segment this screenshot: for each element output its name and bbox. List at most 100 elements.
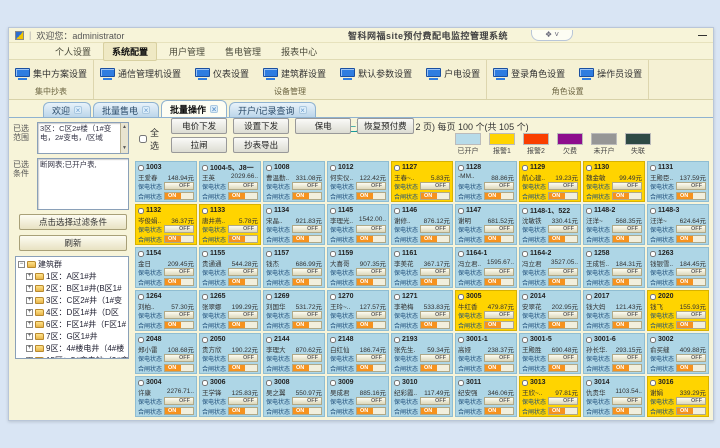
- gate-state-toggle[interactable]: ON: [484, 321, 514, 329]
- selected-range-box[interactable]: 3区：C区2#楼（1#变电，2#变电，/区域 ▲▼: [37, 122, 129, 154]
- card-checkbox[interactable]: [138, 165, 144, 171]
- card-checkbox[interactable]: [266, 380, 272, 386]
- choose-filter-button[interactable]: 点击选择过滤条件: [19, 214, 127, 230]
- keep-power-toggle[interactable]: OFF: [228, 268, 258, 276]
- tab-close-icon[interactable]: ×: [210, 105, 218, 113]
- document-tab[interactable]: 欢迎 ×: [43, 102, 91, 117]
- tree-expander-icon[interactable]: +: [26, 357, 33, 359]
- meter-card[interactable]: 2144 李理大 870.62元 保电状态 OFF 合闸状态 ON: [263, 333, 325, 374]
- toolbar-button[interactable]: 抄表导出: [233, 137, 289, 153]
- gate-state-toggle[interactable]: ON: [612, 192, 642, 200]
- tree-expander-icon[interactable]: +: [26, 333, 33, 340]
- meter-card[interactable]: 1265 张翠娜 199.29元 保电状态 OFF 合闸状态 ON: [199, 290, 261, 331]
- card-checkbox[interactable]: [138, 208, 144, 214]
- meter-card[interactable]: 3011 纪安强 346.06元 保电状态 OFF 合闸状态 ON: [455, 376, 517, 417]
- meter-card[interactable]: 3008 吴之翼 550.97元 保电状态 OFF 合闸状态 ON: [263, 376, 325, 417]
- meter-card[interactable]: 1133 唐井燕.. 5.78元 保电状态 OFF 合闸状态 ON: [199, 204, 261, 245]
- tab-close-icon[interactable]: ×: [142, 106, 150, 114]
- gate-state-toggle[interactable]: ON: [164, 321, 194, 329]
- gate-state-toggle[interactable]: ON: [676, 364, 706, 372]
- gate-state-toggle[interactable]: ON: [676, 407, 706, 415]
- toolbar-button[interactable]: 恢复预付费: [357, 118, 414, 134]
- card-checkbox[interactable]: [650, 165, 656, 171]
- card-checkbox[interactable]: [138, 294, 144, 300]
- keep-power-toggle[interactable]: OFF: [356, 397, 386, 405]
- card-checkbox[interactable]: [202, 337, 208, 343]
- keep-power-toggle[interactable]: OFF: [356, 182, 386, 190]
- gate-state-toggle[interactable]: ON: [420, 321, 450, 329]
- keep-power-toggle[interactable]: OFF: [676, 397, 706, 405]
- card-checkbox[interactable]: [522, 380, 528, 386]
- keep-power-toggle[interactable]: OFF: [356, 268, 386, 276]
- meter-card[interactable]: 2020 钱飞 155.93元 保电状态 OFF 合闸状态 ON: [647, 290, 709, 331]
- tree-item[interactable]: + 9区：4#楼电井（4#楼: [18, 343, 128, 354]
- meter-card[interactable]: 1130 魏金敏 99.49元 保电状态 OFF 合闸状态 ON: [583, 161, 645, 202]
- card-checkbox[interactable]: [394, 294, 400, 300]
- range-scrollbar[interactable]: ▲▼: [120, 123, 128, 153]
- keep-power-toggle[interactable]: OFF: [228, 397, 258, 405]
- ribbon-button[interactable]: 默认参数设置: [338, 66, 414, 81]
- selected-condition-box[interactable]: 断网表;已开户表,: [37, 158, 129, 210]
- keep-power-toggle[interactable]: OFF: [228, 311, 258, 319]
- card-checkbox[interactable]: [586, 251, 592, 257]
- tree-item[interactable]: + 6区：F区1#井（F区1#: [18, 319, 128, 330]
- meter-card[interactable]: 1012 何实仪.. 122.42元 保电状态 OFF 合闸状态 ON: [327, 161, 389, 202]
- meter-card[interactable]: 3004 许康 2276.71.. 保电状态 OFF 合闸状态 ON: [135, 376, 197, 417]
- meter-card[interactable]: 1264 刘柏.. 57.30元 保电状态 OFF 合闸状态 ON: [135, 290, 197, 331]
- card-checkbox[interactable]: [458, 251, 464, 257]
- ribbon-button[interactable]: 集中方案设置: [13, 66, 89, 81]
- gate-state-toggle[interactable]: ON: [676, 278, 706, 286]
- keep-power-toggle[interactable]: OFF: [292, 354, 322, 362]
- gate-state-toggle[interactable]: ON: [484, 192, 514, 200]
- keep-power-toggle[interactable]: OFF: [484, 397, 514, 405]
- gate-state-toggle[interactable]: ON: [612, 235, 642, 243]
- meter-card[interactable]: 1004-5、J8一 王英 2029.66.. 保电状态 OFF 合闸状态: [199, 161, 261, 202]
- gate-state-toggle[interactable]: ON: [548, 364, 578, 372]
- keep-power-toggle[interactable]: OFF: [612, 354, 642, 362]
- keep-power-toggle[interactable]: OFF: [548, 397, 578, 405]
- keep-power-toggle[interactable]: OFF: [164, 225, 194, 233]
- ribbon-button[interactable]: 操作员设置: [577, 66, 644, 81]
- meter-card[interactable]: 3002 俞买缝 409.88元 保电状态 OFF 合闸状态 ON: [647, 333, 709, 374]
- card-checkbox[interactable]: [138, 337, 144, 343]
- keep-power-toggle[interactable]: OFF: [484, 268, 514, 276]
- gate-state-toggle[interactable]: ON: [164, 278, 194, 286]
- card-checkbox[interactable]: [650, 294, 656, 300]
- card-checkbox[interactable]: [458, 380, 464, 386]
- card-checkbox[interactable]: [138, 380, 144, 386]
- card-checkbox[interactable]: [586, 165, 592, 171]
- card-checkbox[interactable]: [522, 337, 528, 343]
- card-checkbox[interactable]: [586, 337, 592, 343]
- keep-power-toggle[interactable]: OFF: [356, 225, 386, 233]
- meter-card[interactable]: 1154 金日 209.45元 保电状态 OFF 合闸状态 ON: [135, 247, 197, 288]
- meter-card[interactable]: 1128 -MM.. 88.86元 保电状态 OFF 合闸状态 ON: [455, 161, 517, 202]
- keep-power-toggle[interactable]: OFF: [676, 311, 706, 319]
- gate-state-toggle[interactable]: ON: [548, 278, 578, 286]
- keep-power-toggle[interactable]: OFF: [484, 225, 514, 233]
- meter-card[interactable]: 1269 刘国华 531.72元 保电状态 OFF 合闸状态 ON: [263, 290, 325, 331]
- gate-state-toggle[interactable]: ON: [548, 235, 578, 243]
- ribbon-button[interactable]: 登录角色设置: [491, 66, 567, 81]
- keep-power-toggle[interactable]: OFF: [164, 354, 194, 362]
- meter-card[interactable]: 1258 王成哲.. 184.31元 保电状态 OFF 合闸状态 ON: [583, 247, 645, 288]
- card-checkbox[interactable]: [586, 208, 592, 214]
- card-checkbox[interactable]: [458, 294, 464, 300]
- card-checkbox[interactable]: [330, 251, 336, 257]
- menu-item[interactable]: 售电管理: [217, 43, 269, 60]
- tree-expander-icon[interactable]: +: [26, 273, 33, 280]
- card-checkbox[interactable]: [394, 165, 400, 171]
- meter-card[interactable]: 2014 安翠花 202.95元 保电状态 OFF 合闸状态 ON: [519, 290, 581, 331]
- gate-state-toggle[interactable]: ON: [292, 364, 322, 372]
- gate-state-toggle[interactable]: ON: [676, 235, 706, 243]
- meter-card[interactable]: 1148-1、522 沈敏铁 330.41元 保电状态 OFF 合闸状态 O: [519, 204, 581, 245]
- keep-power-toggle[interactable]: OFF: [292, 311, 322, 319]
- select-all-input[interactable]: [139, 135, 147, 143]
- minimize-button[interactable]: —: [698, 30, 707, 40]
- card-checkbox[interactable]: [330, 294, 336, 300]
- meter-card[interactable]: 1157 钱杰 686.99元 保电状态 OFF 合闸状态 ON: [263, 247, 325, 288]
- keep-power-toggle[interactable]: OFF: [228, 182, 258, 190]
- keep-power-toggle[interactable]: OFF: [420, 268, 450, 276]
- keep-power-toggle[interactable]: OFF: [548, 354, 578, 362]
- gate-state-toggle[interactable]: ON: [228, 321, 258, 329]
- keep-power-toggle[interactable]: OFF: [548, 311, 578, 319]
